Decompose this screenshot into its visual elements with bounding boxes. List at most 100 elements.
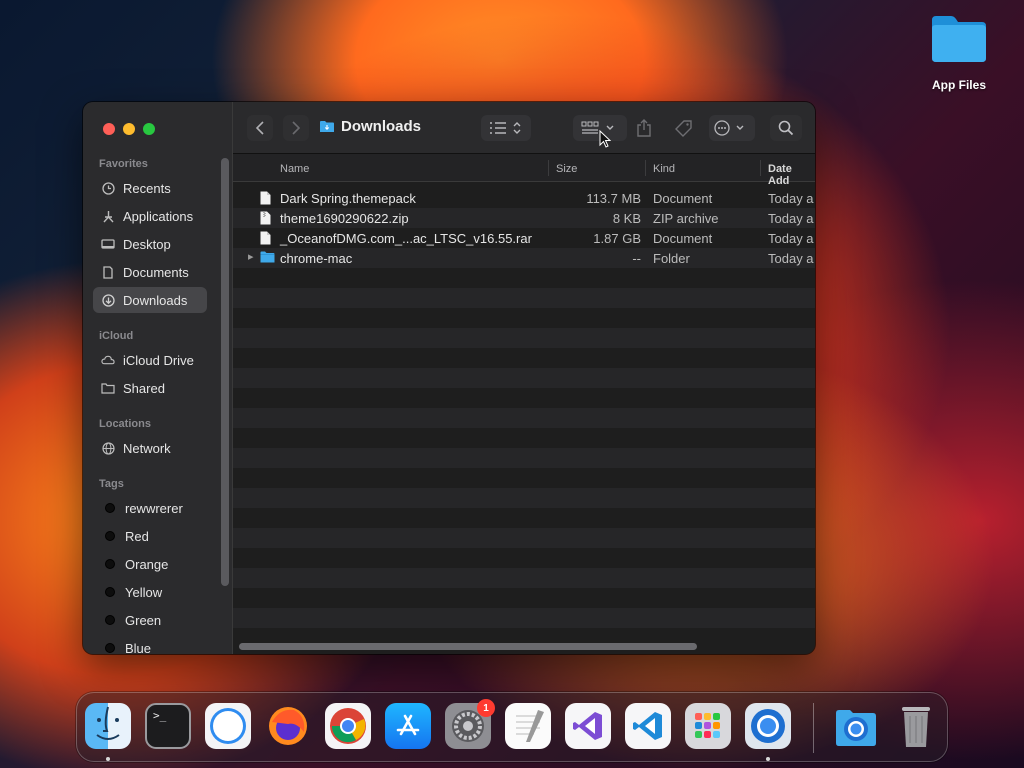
empty-row (233, 428, 815, 448)
close-button[interactable] (103, 123, 115, 135)
sidebar-item-label: iCloud Drive (123, 352, 194, 368)
sidebar-item-downloads[interactable]: Downloads (93, 287, 207, 313)
empty-row (233, 468, 815, 488)
dock-downloads-stack-icon[interactable] (833, 703, 879, 749)
dock-chrome-icon[interactable] (325, 703, 371, 749)
tag-dot-icon (105, 643, 115, 653)
applications-icon (101, 209, 115, 223)
dock-finder-icon[interactable] (85, 703, 131, 749)
dock-terminal-icon[interactable]: >_ (145, 703, 191, 749)
tag-button[interactable] (669, 115, 699, 141)
file-size: -- (632, 251, 641, 266)
folder-icon (929, 12, 989, 64)
action-menu-button[interactable] (709, 115, 755, 141)
dock-launchpad-icon[interactable] (685, 703, 731, 749)
empty-row (233, 268, 815, 288)
column-header-date-added[interactable]: Date Add (768, 163, 815, 187)
sidebar-item-label: rewwrerer (125, 500, 183, 516)
file-date: Today a (768, 251, 814, 266)
document-icon (101, 265, 115, 279)
tag-dot-icon (105, 615, 115, 625)
horizontal-scrollbar[interactable] (239, 643, 697, 650)
back-button[interactable] (247, 115, 273, 141)
sidebar-tag-orange[interactable]: Orange (93, 551, 207, 577)
file-list: Dark Spring.themepack 113.7 MB Document … (233, 188, 815, 638)
column-header-size[interactable]: Size (556, 163, 577, 175)
sidebar-tag-red[interactable]: Red (93, 523, 207, 549)
dock: >_ 1 (76, 692, 948, 762)
more-options-icon (714, 120, 744, 136)
empty-row (233, 628, 815, 638)
toolbar: Downloads (233, 102, 815, 154)
sidebar-section-locations: Locations (99, 418, 151, 430)
zip-file-icon (260, 211, 271, 228)
sidebar-tag-green[interactable]: Green (93, 607, 207, 633)
file-size: 8 KB (612, 211, 641, 226)
tag-icon (675, 120, 692, 137)
dock-vscode-icon[interactable] (625, 703, 671, 749)
dock-system-settings-icon[interactable]: 1 (445, 699, 495, 749)
sidebar-item-desktop[interactable]: Desktop (93, 231, 207, 257)
sidebar-section-tags: Tags (99, 478, 124, 490)
dock-safari-icon[interactable] (205, 703, 251, 749)
folder-icon (260, 251, 275, 266)
empty-row (233, 488, 815, 508)
network-globe-icon (101, 441, 115, 455)
shared-folder-icon (101, 381, 115, 395)
file-date: Today a (768, 231, 814, 246)
empty-row (233, 308, 815, 328)
dock-firefox-icon[interactable] (265, 703, 311, 749)
chevron-right-icon (292, 121, 301, 135)
zoom-button[interactable] (143, 123, 155, 135)
search-button[interactable] (770, 115, 802, 141)
sidebar-scrollbar[interactable] (221, 158, 229, 586)
sidebar-item-documents[interactable]: Documents (93, 259, 207, 285)
desktop-folder-app-files[interactable]: App Files (924, 12, 994, 92)
minimize-button[interactable] (123, 123, 135, 135)
empty-row (233, 288, 815, 308)
dock-visual-studio-icon[interactable] (565, 703, 611, 749)
document-file-icon (260, 191, 271, 208)
column-header-kind[interactable]: Kind (653, 163, 675, 175)
forward-button[interactable] (283, 115, 309, 141)
file-row[interactable]: Dark Spring.themepack 113.7 MB Document … (233, 188, 815, 208)
window-controls (103, 123, 155, 135)
column-header-name[interactable]: Name (280, 163, 309, 175)
sidebar-section-icloud: iCloud (99, 330, 134, 342)
tag-dot-icon (105, 503, 115, 513)
file-date: Today a (768, 211, 814, 226)
sidebar-item-applications[interactable]: Applications (93, 203, 207, 229)
dock-textedit-icon[interactable] (505, 703, 551, 749)
share-button[interactable] (633, 115, 655, 141)
file-name: theme1690290622.zip (280, 211, 409, 226)
disclosure-triangle-icon[interactable]: ▸ (248, 250, 254, 263)
empty-row (233, 548, 815, 568)
sidebar-item-recents[interactable]: Recents (93, 175, 207, 201)
mouse-pointer-icon (599, 129, 612, 153)
search-icon (778, 120, 794, 136)
sidebar-item-label: Network (123, 440, 171, 456)
sidebar-item-shared[interactable]: Shared (93, 375, 207, 401)
sidebar-tag-rewwrerer[interactable]: rewwrerer (93, 495, 207, 521)
share-icon (637, 119, 651, 137)
sidebar-tag-blue[interactable]: Blue (93, 635, 207, 654)
notification-badge: 1 (477, 699, 495, 717)
file-kind: Folder (653, 251, 690, 266)
empty-row (233, 408, 815, 428)
sidebar-tag-yellow[interactable]: Yellow (93, 579, 207, 605)
dock-trash-icon[interactable] (893, 703, 939, 749)
view-mode-list-button[interactable] (481, 115, 531, 141)
sidebar-item-label: Orange (125, 556, 169, 572)
chevron-left-icon (255, 121, 264, 135)
file-kind: ZIP archive (653, 211, 719, 226)
column-header-row: Name Size Kind Date Add (233, 154, 815, 187)
file-row[interactable]: _OceanofDMG.com_...ac_LTSC_v16.55.rar 1.… (233, 228, 815, 248)
dock-app-store-icon[interactable] (385, 703, 431, 749)
file-row[interactable]: theme1690290622.zip 8 KB ZIP archive Tod… (233, 208, 815, 228)
sidebar-item-icloud-drive[interactable]: iCloud Drive (93, 347, 207, 373)
file-kind: Document (653, 191, 713, 206)
file-row[interactable]: ▸ chrome-mac -- Folder Today a (233, 248, 815, 268)
dock-chromium-icon[interactable] (745, 703, 791, 749)
tag-dot-icon (105, 559, 115, 569)
sidebar-item-network[interactable]: Network (93, 435, 207, 461)
